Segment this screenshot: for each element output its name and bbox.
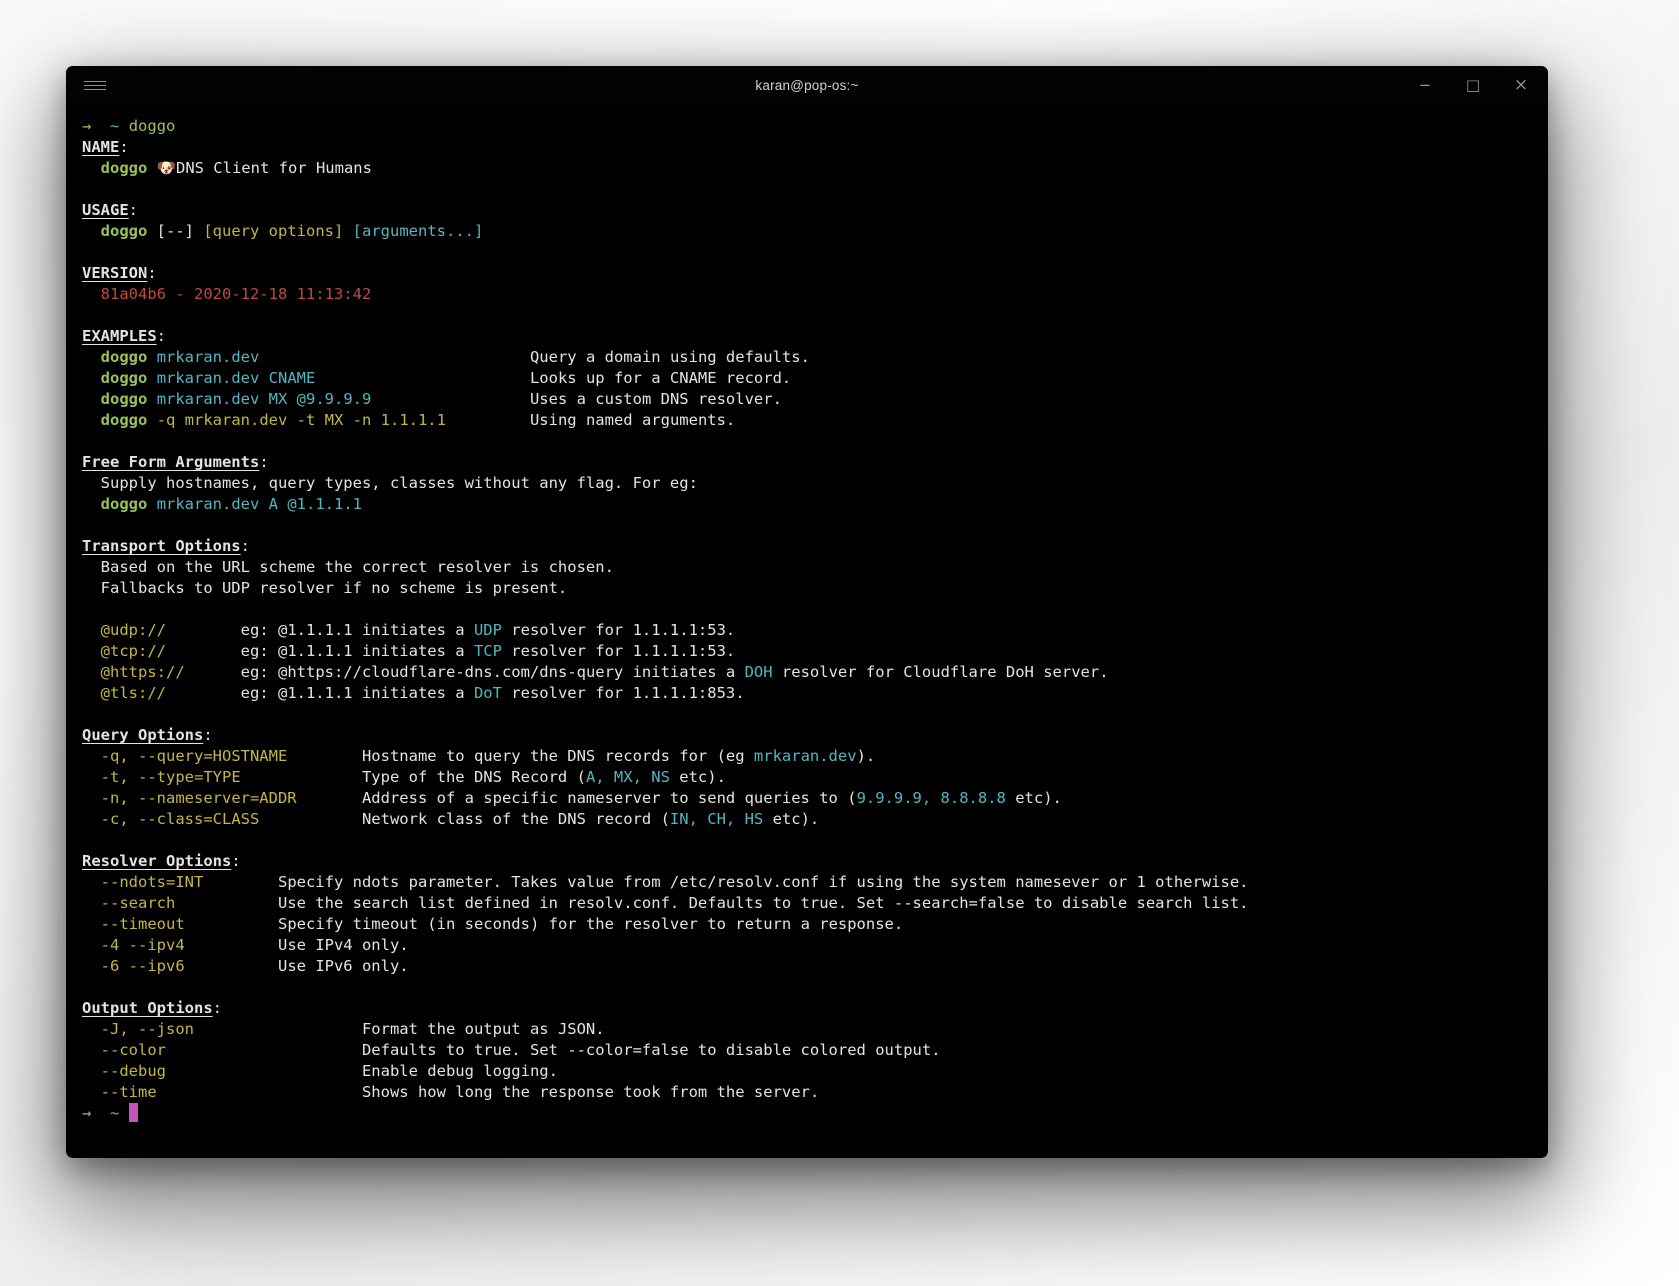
close-icon: × — [1513, 74, 1529, 95]
terminal-line: -J, --json Format the output as JSON. — [100, 1020, 605, 1038]
terminal-line: NAME: — [82, 138, 129, 156]
terminal-line: -4 --ipv4 Use IPv4 only. — [100, 936, 409, 954]
window-title: karan@pop-os:~ — [755, 77, 859, 93]
terminal-line: -6 --ipv6 Use IPv6 only. — [100, 957, 409, 975]
terminal-line: --time Shows how long the response took … — [100, 1083, 820, 1101]
titlebar[interactable]: karan@pop-os:~ − □ × — [66, 66, 1548, 104]
terminal-line: Output Options: — [82, 999, 222, 1017]
minimize-button[interactable]: − — [1416, 75, 1434, 94]
terminal-line: EXAMPLES: — [82, 327, 166, 345]
terminal-line: USAGE: — [82, 201, 139, 219]
terminal-line: → ~ — [82, 1103, 1532, 1124]
terminal-line: doggo mrkaran.dev Query a domain using d… — [100, 348, 810, 366]
terminal-line: @tls:// eg: @1.1.1.1 initiates a DoT res… — [100, 684, 745, 702]
terminal-line: -q, --query=HOSTNAME Hostname to query t… — [100, 747, 876, 765]
terminal-line: -n, --nameserver=ADDR Address of a speci… — [100, 789, 1062, 807]
terminal-line: → ~ doggo — [82, 117, 176, 135]
terminal-line: doggo 🐶DNS Client for Humans — [100, 159, 372, 177]
terminal-line: doggo mrkaran.dev MX @9.9.9.9 Uses a cus… — [100, 390, 782, 408]
terminal-line: --color Defaults to true. Set --color=fa… — [100, 1041, 941, 1059]
terminal-line: --search Use the search list defined in … — [100, 894, 1249, 912]
terminal-line: -t, --type=TYPE Type of the DNS Record (… — [100, 768, 726, 786]
terminal-line: Query Options: — [82, 726, 213, 744]
terminal-line: -c, --class=CLASS Network class of the D… — [100, 810, 820, 828]
terminal-line: Based on the URL scheme the correct reso… — [82, 558, 614, 576]
terminal-line: @https:// eg: @https://cloudflare-dns.co… — [100, 663, 1109, 681]
maximize-button[interactable]: □ — [1464, 75, 1482, 94]
terminal-line: Free Form Arguments: — [82, 453, 269, 471]
minimize-icon: − — [1418, 75, 1432, 94]
terminal-line: Fallbacks to UDP resolver if no scheme i… — [82, 579, 568, 597]
terminal-line: @udp:// eg: @1.1.1.1 initiates a UDP res… — [100, 621, 736, 639]
terminal-cursor — [128, 1103, 139, 1122]
terminal-line: doggo mrkaran.dev CNAME Looks up for a C… — [100, 369, 792, 387]
terminal-line: Transport Options: — [82, 537, 250, 555]
terminal-line: doggo mrkaran.dev A @1.1.1.1 — [100, 495, 362, 513]
terminal-line: 81a04b6 - 2020-12-18 11:13:42 — [100, 285, 372, 303]
terminal-line: Resolver Options: — [82, 852, 241, 870]
close-button[interactable]: × — [1512, 74, 1530, 95]
terminal-line: --timeout Specify timeout (in seconds) f… — [100, 915, 904, 933]
terminal-line: --debug Enable debug logging. — [100, 1062, 558, 1080]
terminal-line: VERSION: — [82, 264, 157, 282]
terminal-line: doggo [--] [query options] [arguments...… — [100, 222, 484, 240]
maximize-icon: □ — [1465, 75, 1481, 94]
terminal-line: @tcp:// eg: @1.1.1.1 initiates a TCP res… — [100, 642, 736, 660]
hamburger-menu-icon[interactable] — [84, 79, 106, 92]
terminal-line: Supply hostnames, query types, classes w… — [82, 474, 698, 492]
terminal-line: doggo -q mrkaran.dev -t MX -n 1.1.1.1 Us… — [100, 411, 736, 429]
terminal-line: --ndots=INT Specify ndots parameter. Tak… — [100, 873, 1249, 891]
terminal-window: karan@pop-os:~ − □ × → ~ doggo NAME: dogg… — [66, 66, 1548, 1158]
terminal-output[interactable]: → ~ doggo NAME: doggo 🐶DNS Client for Hum… — [66, 104, 1548, 1158]
